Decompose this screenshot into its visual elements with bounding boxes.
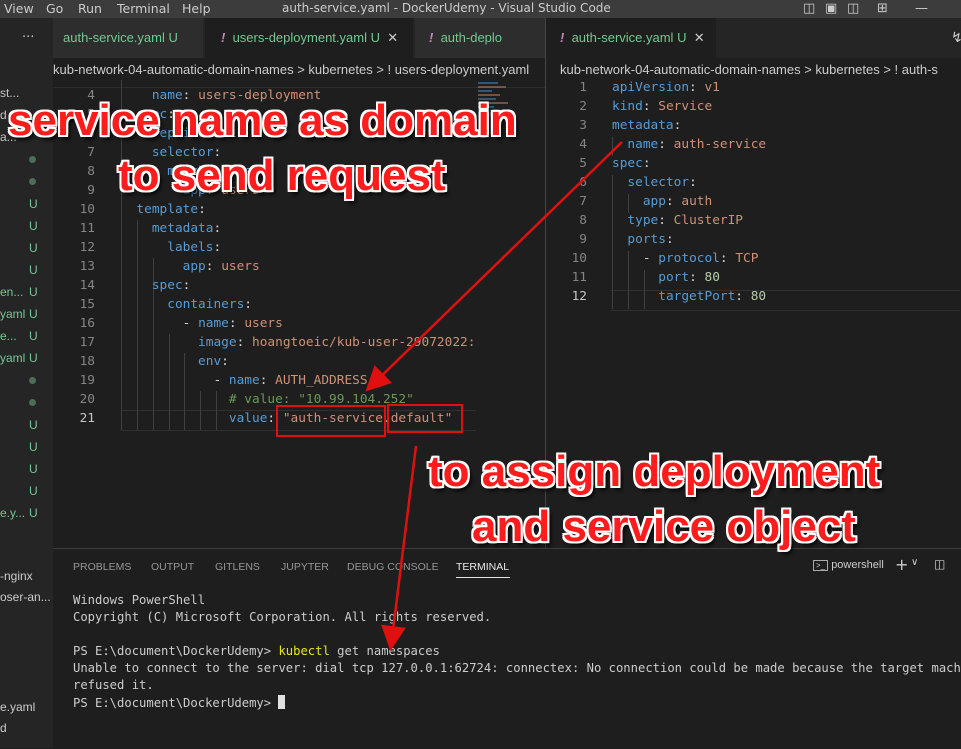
arrow-to-terminal [381,445,418,651]
annotation-text: service name as domain [8,96,517,145]
annotation-text: and service object [472,502,856,551]
annotation-text: to assign deployment [428,447,881,496]
annotation-text: to send request [118,151,446,200]
